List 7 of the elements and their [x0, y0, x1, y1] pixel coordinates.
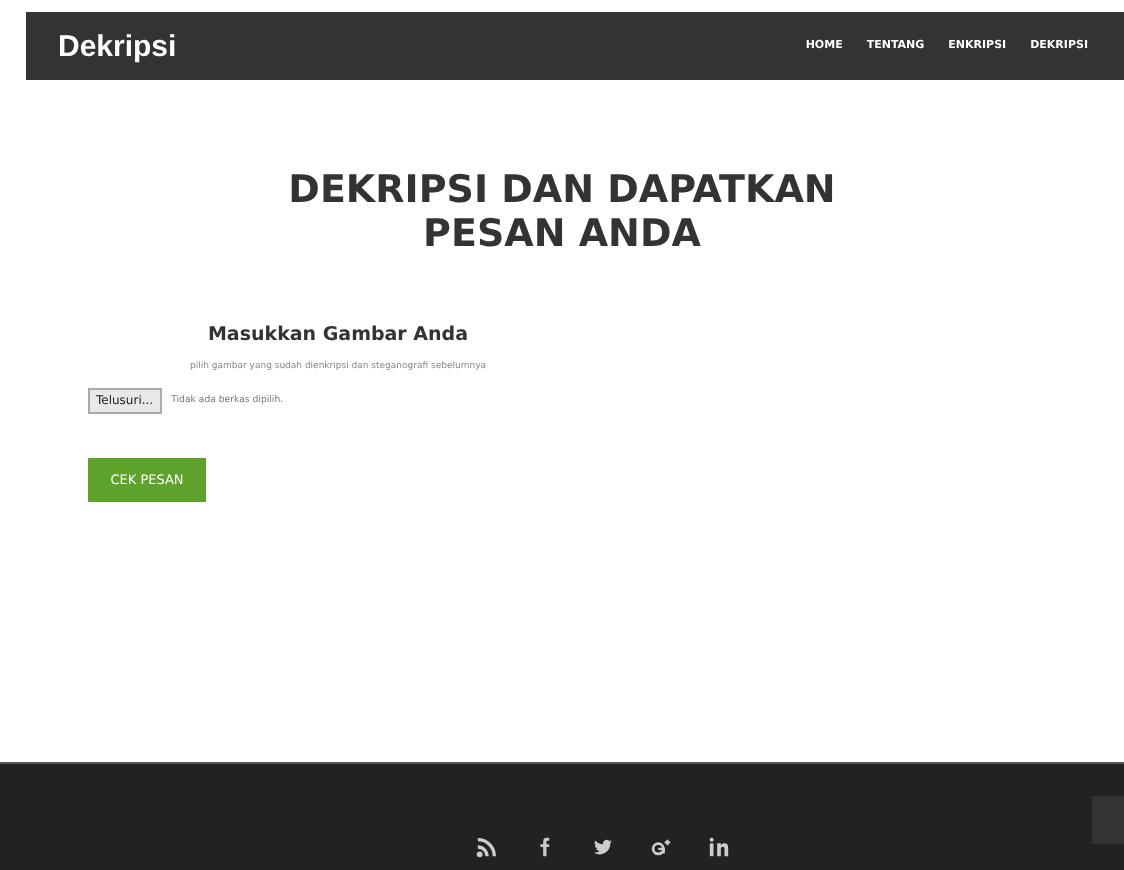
google-plus-icon[interactable] [649, 836, 671, 858]
linkedin-icon[interactable] [707, 836, 729, 858]
twitter-icon[interactable] [591, 836, 613, 858]
rss-icon[interactable] [475, 836, 497, 858]
form-title: Masukkan Gambar Anda [205, 324, 471, 346]
brand-title[interactable]: Dekripsi [58, 29, 177, 63]
page-heading: DEKRIPSI DAN DAPATKAN PESAN ANDA [286, 168, 838, 256]
